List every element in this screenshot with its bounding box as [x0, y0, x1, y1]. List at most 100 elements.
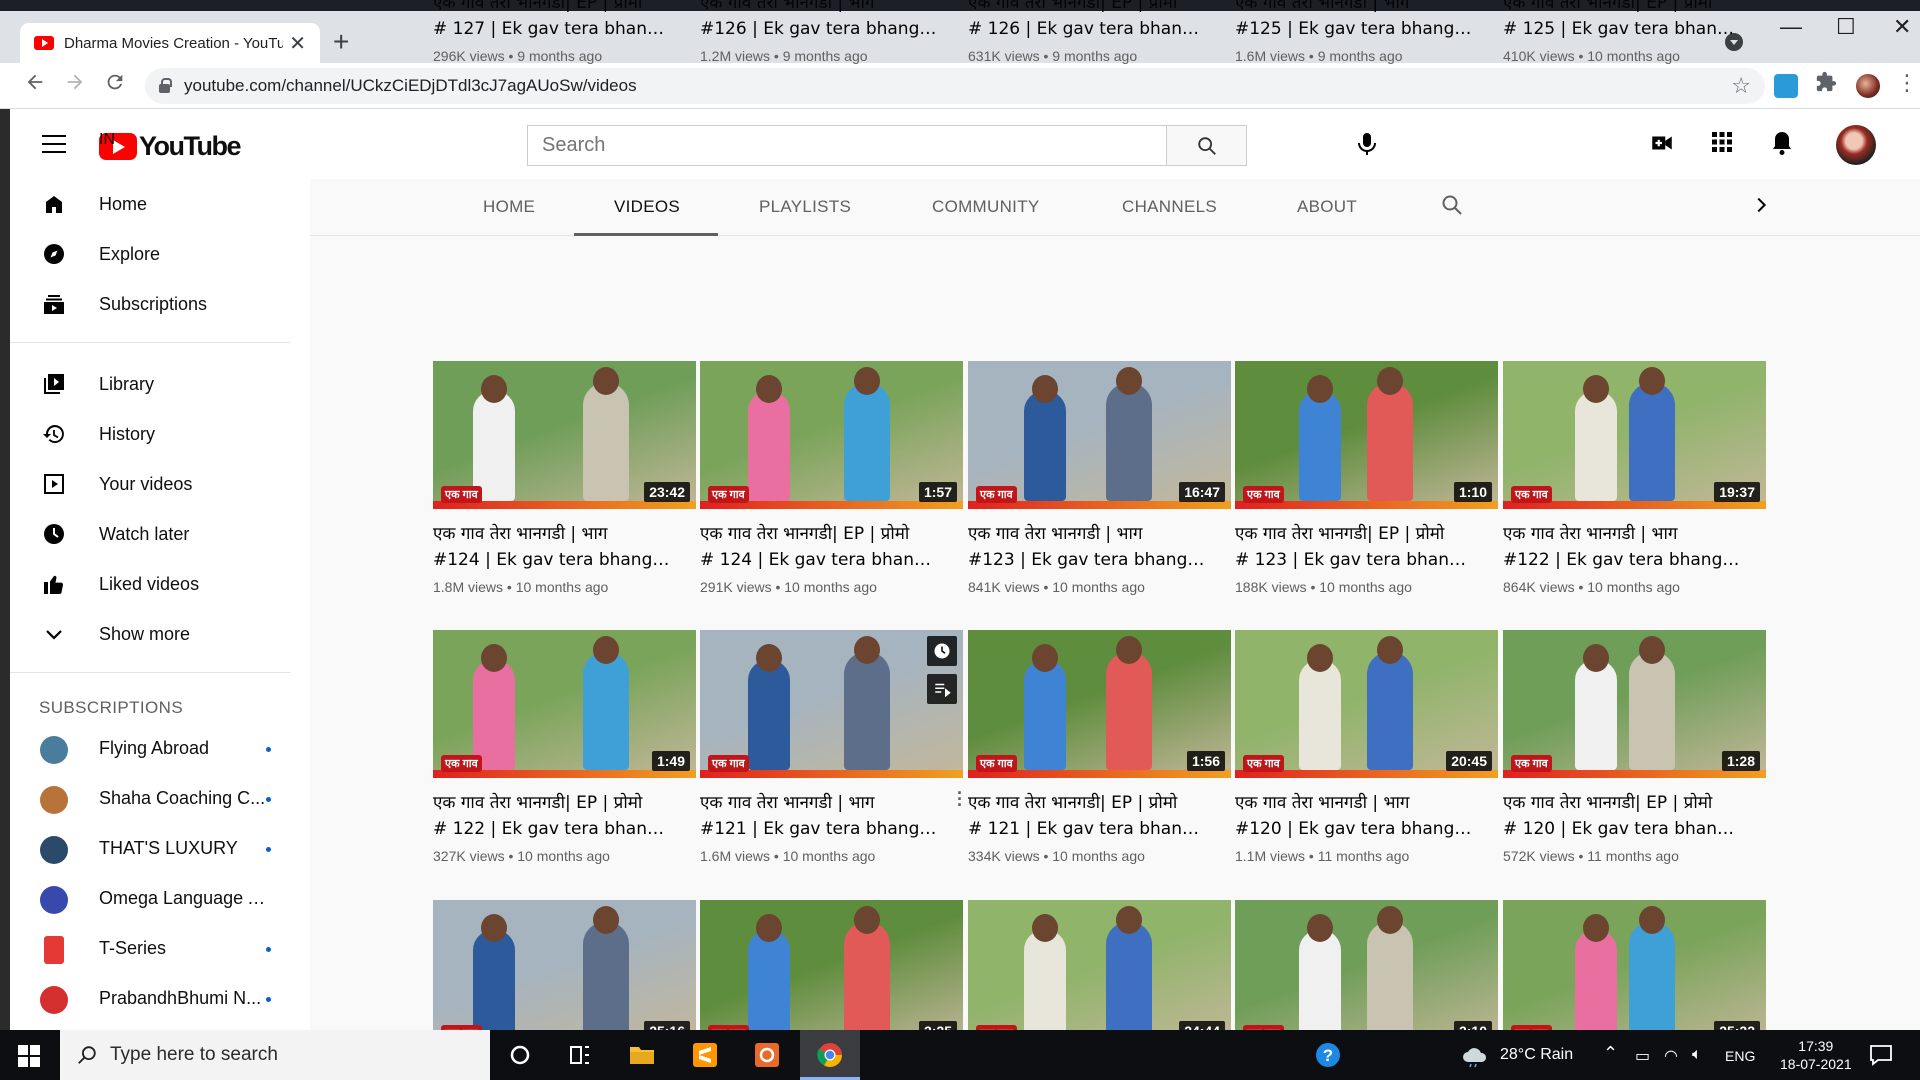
- sidebar-item-liked-videos[interactable]: Liked videos: [10, 559, 300, 609]
- video-card[interactable]: एक गाव2:10: [1235, 900, 1498, 1048]
- video-card[interactable]: एक गाव तेरा भानगडी | भाग #125 | Ek gav t…: [1235, 0, 1498, 64]
- video-thumbnail[interactable]: एक गाव2:10: [1235, 900, 1498, 1048]
- video-title[interactable]: एक गाव तेरा भानगडी| EP | प्रोमो # 125 | …: [1503, 0, 1743, 42]
- video-card[interactable]: एक गाव25:16: [433, 900, 696, 1048]
- taskbar-search-box[interactable]: Type here to search: [60, 1030, 490, 1080]
- sidebar-item-watch-later[interactable]: Watch later: [10, 509, 300, 559]
- channel-search-icon[interactable]: [1440, 193, 1464, 222]
- video-title[interactable]: एक गाव तेरा भानगडी | भाग #121 | Ek gav t…: [700, 790, 940, 842]
- sidebar-subscription-shaha-coaching[interactable]: Shaha Coaching C...: [10, 774, 300, 824]
- sidebar-item-home[interactable]: Home: [10, 179, 300, 229]
- sidebar-subscription-thats-luxury[interactable]: THAT'S LUXURY: [10, 824, 300, 874]
- video-card[interactable]: एक गाव तेरा भानगडी | भाग #126 | Ek gav t…: [700, 0, 963, 64]
- video-card[interactable]: एक गाव 20:45 एक गाव तेरा भानगडी | भाग #12…: [1235, 630, 1498, 864]
- browser-tab-youtube[interactable]: Dharma Movies Creation - YouTube ✕: [20, 23, 320, 63]
- more-actions-icon[interactable]: · · ·: [957, 784, 963, 814]
- video-thumbnail[interactable]: एक गाव2:25: [700, 900, 963, 1048]
- video-title[interactable]: एक गाव तेरा भानगडी | भाग #124 | Ek gav t…: [433, 521, 673, 573]
- weather-text[interactable]: 28°C Rain: [1500, 1046, 1573, 1064]
- tab-community[interactable]: COMMUNITY: [932, 197, 1040, 217]
- sidebar-item-history[interactable]: History: [10, 409, 300, 459]
- video-card[interactable]: एक गाव 1:56 एक गाव तेरा भानगडी| EP | प्रो…: [968, 630, 1231, 864]
- tab-close-icon[interactable]: ✕: [289, 31, 306, 56]
- search-input[interactable]: [528, 126, 1166, 165]
- sidebar-item-library[interactable]: Library: [10, 359, 300, 409]
- video-thumbnail[interactable]: एक गाव: [700, 630, 963, 778]
- video-title[interactable]: एक गाव तेरा भानगडी| EP | प्रोमो # 126 | …: [968, 0, 1208, 42]
- video-card[interactable]: एक गाव 23:42 एक गाव तेरा भानगडी | भाग #12…: [433, 361, 696, 595]
- tray-chevron-up-icon[interactable]: ⌃: [1603, 1043, 1618, 1064]
- video-thumbnail[interactable]: एक गाव25:22: [1503, 900, 1766, 1048]
- search-button[interactable]: [1166, 126, 1246, 165]
- video-card[interactable]: एक गाव 19:37 एक गाव तेरा भानगडी | भाग #12…: [1503, 361, 1766, 595]
- app-icon[interactable]: [752, 1040, 782, 1070]
- video-thumbnail[interactable]: एक गाव24:44: [968, 900, 1231, 1048]
- video-thumbnail[interactable]: एक गाव25:16: [433, 900, 696, 1048]
- tab-home[interactable]: HOME: [483, 197, 535, 217]
- close-window-button[interactable]: ✕: [1893, 14, 1911, 40]
- video-thumbnail[interactable]: एक गाव 20:45: [1235, 630, 1498, 778]
- video-card[interactable]: एक गाव 1:28 एक गाव तेरा भानगडी| EP | प्रो…: [1503, 630, 1766, 864]
- sidebar-item-your-videos[interactable]: Your videos: [10, 459, 300, 509]
- help-icon[interactable]: ?: [1313, 1040, 1343, 1070]
- video-card[interactable]: एक गाव 1:10 एक गाव तेरा भानगडी| EP | प्रो…: [1235, 361, 1498, 595]
- video-thumbnail[interactable]: एक गाव 1:28: [1503, 630, 1766, 778]
- create-video-icon[interactable]: [1649, 130, 1675, 161]
- hamburger-menu-icon[interactable]: [42, 135, 66, 153]
- video-card[interactable]: एक गाव तेरा भानगडी| EP | प्रोमो # 126 | …: [968, 0, 1231, 64]
- video-thumbnail[interactable]: एक गाव 1:49: [433, 630, 696, 778]
- extension-icon[interactable]: [1774, 74, 1798, 98]
- maximize-button[interactable]: ☐: [1836, 14, 1856, 40]
- new-tab-button[interactable]: +: [333, 26, 349, 58]
- video-thumbnail[interactable]: एक गाव 1:10: [1235, 361, 1498, 509]
- video-thumbnail[interactable]: एक गाव 16:47: [968, 361, 1231, 509]
- sidebar-subscription-t-series[interactable]: T-Series: [10, 924, 300, 974]
- tab-videos[interactable]: VIDEOS: [614, 197, 680, 217]
- video-card[interactable]: एक गाव तेरा भानगडी| EP | प्रोमो # 127 | …: [433, 0, 696, 64]
- add-to-queue-icon[interactable]: [927, 674, 957, 704]
- video-thumbnail[interactable]: एक गाव 1:57: [700, 361, 963, 509]
- video-title[interactable]: एक गाव तेरा भानगडी | भाग #126 | Ek gav t…: [700, 0, 940, 42]
- sidebar-subscription-prabandhbhumi[interactable]: PrabandhBhumi N...: [10, 974, 300, 1024]
- microphone-icon[interactable]: [1355, 131, 1379, 162]
- video-card[interactable]: एक गाव 1:49 एक गाव तेरा भानगडी| EP | प्रो…: [433, 630, 696, 864]
- chrome-taskbar-button[interactable]: [800, 1030, 860, 1080]
- volume-icon[interactable]: 🔈︎: [1692, 1046, 1702, 1064]
- video-card[interactable]: एक गाव25:22: [1503, 900, 1766, 1048]
- tab-playlists[interactable]: PLAYLISTS: [759, 197, 851, 217]
- clock[interactable]: 17:39 18-07-2021: [1780, 1037, 1852, 1073]
- sidebar-item-subscriptions[interactable]: Subscriptions: [10, 279, 300, 329]
- video-title[interactable]: एक गाव तेरा भानगडी| EP | प्रोमो # 120 | …: [1503, 790, 1743, 842]
- video-thumbnail[interactable]: एक गाव 23:42: [433, 361, 696, 509]
- notifications-icon[interactable]: [1866, 1040, 1896, 1070]
- wifi-icon[interactable]: ◠: [1664, 1046, 1678, 1066]
- bookmark-star-icon[interactable]: ☆: [1731, 73, 1751, 99]
- video-title[interactable]: एक गाव तेरा भानगडी | भाग #123 | Ek gav t…: [968, 521, 1208, 573]
- video-title[interactable]: एक गाव तेरा भानगडी | भाग #122 | Ek gav t…: [1503, 521, 1743, 573]
- video-card[interactable]: एक गाव एक गाव तेरा भानगडी | भाग #121 | E…: [700, 630, 963, 864]
- forward-arrow-icon[interactable]: [64, 71, 86, 100]
- video-card[interactable]: एक गाव2:25: [700, 900, 963, 1048]
- minimize-button[interactable]: —: [1780, 14, 1802, 40]
- video-title[interactable]: एक गाव तेरा भानगडी| EP | प्रोमो # 121 | …: [968, 790, 1208, 842]
- battery-icon[interactable]: ▭: [1635, 1046, 1650, 1066]
- video-thumbnail[interactable]: एक गाव 1:56: [968, 630, 1231, 778]
- more-vert-icon[interactable]: ⋮: [1896, 70, 1920, 95]
- video-card[interactable]: एक गाव 16:47 एक गाव तेरा भानगडी | भाग #12…: [968, 361, 1231, 595]
- video-title[interactable]: एक गाव तेरा भानगडी | भाग #120 | Ek gav t…: [1235, 790, 1475, 842]
- puzzle-extensions-icon[interactable]: [1815, 71, 1839, 95]
- video-card[interactable]: एक गाव 1:57 एक गाव तेरा भानगडी| EP | प्रो…: [700, 361, 963, 595]
- video-card[interactable]: एक गाव24:44: [968, 900, 1231, 1048]
- address-bar[interactable]: youtube.com/channel/UCkzCiEDjDTdl3cJ7agA…: [145, 68, 1765, 104]
- apps-grid-icon[interactable]: [1710, 130, 1734, 159]
- tab-about[interactable]: ABOUT: [1297, 197, 1357, 217]
- url-text[interactable]: youtube.com/channel/UCkzCiEDjDTdl3cJ7agA…: [184, 76, 1731, 96]
- cortana-icon[interactable]: [505, 1040, 535, 1070]
- video-card[interactable]: एक गाव तेरा भानगडी| EP | प्रोमो # 125 | …: [1503, 0, 1766, 64]
- task-view-icon[interactable]: [565, 1040, 595, 1070]
- video-title[interactable]: एक गाव तेरा भानगडी| EP | प्रोमो # 122 | …: [433, 790, 673, 842]
- account-avatar[interactable]: [1836, 125, 1876, 165]
- sidebar-subscription-omega-language[interactable]: Omega Language Ac...: [10, 874, 300, 924]
- notifications-bell-icon[interactable]: [1770, 130, 1794, 161]
- sidebar-item-show-more[interactable]: Show more: [10, 609, 300, 659]
